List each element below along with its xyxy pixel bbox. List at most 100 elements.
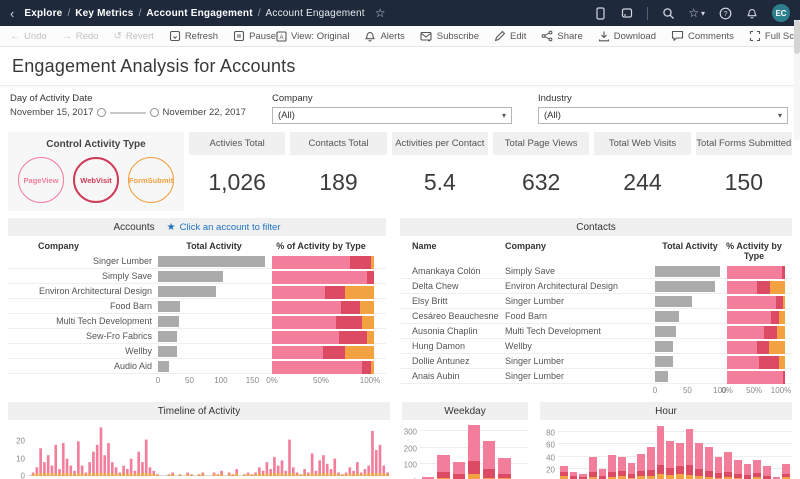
favorites-star-icon[interactable]: ☆▾ — [688, 6, 705, 20]
bar[interactable] — [647, 447, 655, 479]
table-row[interactable]: Anais AubinSinger Lumber — [400, 369, 792, 384]
pct-bar-cell — [272, 346, 374, 357]
breadcrumb-segment[interactable]: Account Engagement — [266, 8, 365, 19]
table-row[interactable]: Food Barn — [8, 299, 386, 314]
avatar[interactable]: EC — [772, 4, 790, 22]
refresh-button[interactable]: Refresh — [169, 30, 218, 42]
bar[interactable] — [608, 455, 616, 479]
total-activity-bar — [158, 316, 179, 327]
bar[interactable] — [453, 462, 465, 479]
bar[interactable] — [589, 457, 597, 479]
industry-filter-select[interactable]: (All) ▾ — [538, 107, 788, 124]
bar-segment — [468, 474, 480, 479]
bar-segment — [272, 271, 367, 284]
bar[interactable] — [715, 457, 723, 479]
bar[interactable] — [782, 464, 790, 479]
kpi-value: 189 — [290, 155, 386, 211]
company-filter-select[interactable]: (All) ▾ — [272, 107, 512, 124]
subscribe-button[interactable]: Subscribe — [420, 31, 479, 42]
table-row[interactable]: Audio Aid — [8, 359, 386, 374]
table-row[interactable]: Amankaya ColónSimply Save — [400, 264, 792, 279]
pause-button[interactable]: Pause — [233, 30, 276, 42]
y-tick: 60 — [546, 441, 555, 450]
bar[interactable] — [437, 455, 449, 479]
bar-segment — [727, 341, 757, 354]
bar[interactable] — [705, 447, 713, 479]
bar-segment — [695, 469, 703, 476]
scrollbar-thumb[interactable] — [794, 20, 800, 54]
slider-track[interactable] — [110, 112, 145, 114]
table-row[interactable]: Hung DamonWellby — [400, 339, 792, 354]
bar[interactable] — [657, 426, 665, 479]
total-activity-bar — [158, 271, 223, 282]
activity-type-webvisit-button[interactable]: WebVisit — [73, 157, 119, 203]
table-row[interactable]: Environ Architectural Design — [8, 284, 386, 299]
bar[interactable] — [570, 472, 578, 479]
search-icon[interactable] — [661, 6, 675, 20]
bell-icon[interactable] — [745, 6, 759, 20]
bar[interactable] — [618, 457, 626, 479]
phone-icon[interactable] — [593, 6, 607, 20]
bar[interactable] — [560, 466, 568, 479]
view-original-button[interactable]: AView: Original — [276, 31, 349, 42]
vertical-scrollbar[interactable] — [794, 20, 800, 140]
table-row[interactable]: Ausonia ChaplinMulti Tech Development — [400, 324, 792, 339]
activity-type-formsubmit-button[interactable]: FormSubmit — [128, 157, 174, 203]
bar[interactable] — [498, 458, 510, 479]
click-account-hint[interactable]: ★Click an account to filter — [167, 222, 281, 233]
bar[interactable] — [483, 441, 495, 479]
slider-left-handle[interactable] — [97, 108, 106, 117]
contacts-titlebar: Contacts — [400, 218, 792, 236]
bar[interactable] — [599, 469, 607, 479]
bar[interactable] — [734, 460, 742, 479]
table-row[interactable]: Multi Tech Development — [8, 314, 386, 329]
contacts-panel: ContactsNameCompanyTotal Activity% Activ… — [400, 218, 792, 396]
bar[interactable] — [676, 443, 684, 479]
back-icon[interactable]: ‹ — [10, 6, 14, 21]
breadcrumb-segment[interactable]: Account Engagement — [146, 8, 252, 19]
edit-button[interactable]: Edit — [494, 30, 526, 42]
total-activity-bar — [158, 256, 265, 267]
table-row[interactable]: Singer Lumber — [8, 254, 386, 269]
bar[interactable] — [695, 443, 703, 479]
help-icon[interactable]: ? — [718, 6, 732, 20]
accounts-table-header: CompanyTotal Activity% of Activity by Ty… — [8, 236, 386, 254]
axis-tick: 0 — [156, 376, 160, 385]
bar-segment — [345, 286, 374, 299]
bar[interactable] — [628, 463, 636, 479]
total-activity-bar-cell — [655, 266, 725, 277]
bar[interactable] — [724, 452, 732, 479]
server-icon[interactable] — [620, 6, 634, 20]
favorite-star-icon[interactable]: ☆ — [375, 6, 386, 20]
date-start-value: November 15, 2017 — [10, 107, 93, 118]
bar[interactable] — [686, 429, 694, 479]
table-row[interactable]: Simply Save — [8, 269, 386, 284]
table-row[interactable]: Delta ChewEnviron Architectural Design — [400, 279, 792, 294]
bar[interactable] — [666, 441, 674, 479]
timeline-area-chart[interactable] — [28, 424, 390, 476]
table-row[interactable]: Dollie AntunezSinger Lumber — [400, 354, 792, 369]
download-button[interactable]: Download — [598, 30, 656, 42]
full-screen-button[interactable]: Full Screen — [749, 30, 800, 42]
company-label: Simply Save — [8, 271, 158, 281]
bar[interactable] — [468, 425, 480, 479]
activity-type-pageview-button[interactable]: PageView — [18, 157, 64, 203]
table-row[interactable]: Elsy BrittSinger Lumber — [400, 294, 792, 309]
table-row[interactable]: Wellby — [8, 344, 386, 359]
share-button[interactable]: Share — [541, 30, 582, 42]
breadcrumb-segment[interactable]: Key Metrics — [75, 8, 133, 19]
comments-button[interactable]: Comments — [671, 30, 734, 42]
bar[interactable] — [579, 474, 587, 479]
breadcrumb-segment[interactable]: Explore — [24, 8, 62, 19]
top-nav: ‹ Explore/Key Metrics/Account Engagement… — [0, 0, 800, 26]
bar[interactable] — [744, 464, 752, 479]
weekday-plot — [420, 424, 528, 479]
breadcrumb-separator: / — [67, 8, 70, 19]
slider-right-handle[interactable] — [150, 108, 159, 117]
bar[interactable] — [763, 466, 771, 479]
alerts-button[interactable]: Alerts — [364, 30, 404, 42]
bar[interactable] — [637, 454, 645, 479]
table-row[interactable]: Sew-Fro Fabrics — [8, 329, 386, 344]
table-row[interactable]: Cesáreo BeauchesneFood Barn — [400, 309, 792, 324]
bar[interactable] — [753, 460, 761, 479]
